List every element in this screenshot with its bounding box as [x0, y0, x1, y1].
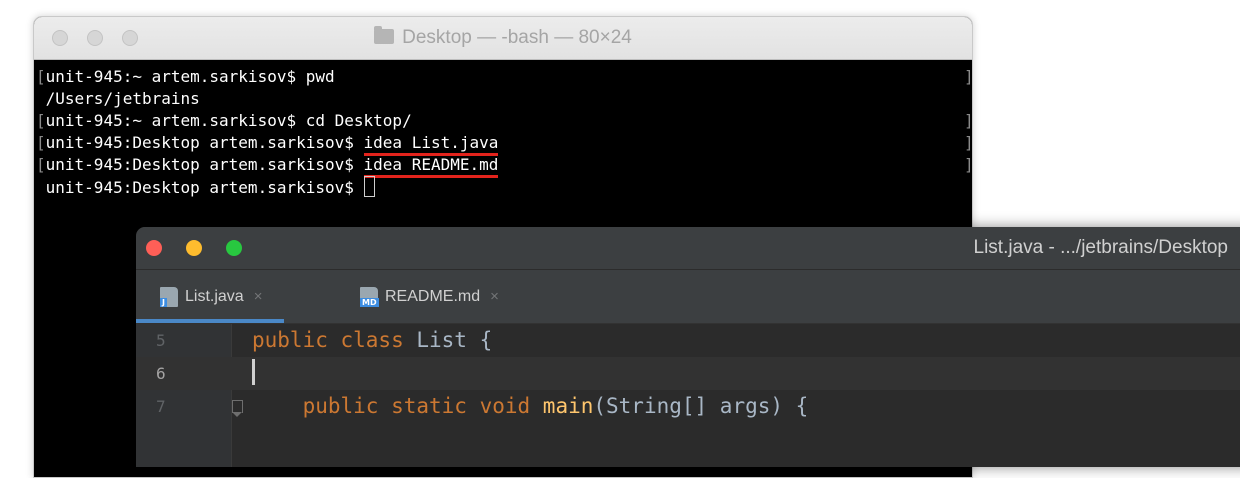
terminal-line: unit-945:Desktop artem.sarkisov$	[36, 176, 972, 198]
code-keyword: public static void	[302, 394, 543, 418]
markdown-file-badge: MD	[360, 297, 379, 307]
shell-prompt: unit-945:~ artem.sarkisov$	[45, 67, 306, 86]
tab-label: README.md	[385, 287, 481, 305]
line-bracket-right: ]	[964, 67, 973, 86]
shell-prompt: unit-945:Desktop artem.sarkisov$	[45, 155, 364, 174]
code-keyword: public class	[252, 328, 417, 352]
line-number: 5	[156, 331, 166, 350]
ide-minimize-button[interactable]	[186, 240, 202, 256]
code-line[interactable]: 7 public static void main(String[] args)…	[136, 390, 1240, 423]
code-plain: List {	[416, 328, 493, 352]
shell-output: /Users/jetbrains	[45, 89, 200, 108]
code-plain: (String[] args) {	[593, 394, 809, 418]
ide-titlebar[interactable]: List.java - .../jetbrains/Desktop	[136, 227, 1240, 270]
line-bracket-left: [	[36, 111, 46, 130]
terminal-title: Desktop — -bash — 80×24	[34, 26, 972, 49]
tab-readme-md[interactable]: MD README.md ×	[350, 270, 509, 323]
terminal-line: [unit-945:~ artem.sarkisov$ cd Desktop/]	[36, 110, 972, 132]
terminal-line: [unit-945:~ artem.sarkisov$ pwd]	[36, 66, 972, 88]
shell-command: pwd	[305, 67, 335, 86]
java-file-badge: J	[160, 297, 167, 307]
close-icon[interactable]: ×	[254, 288, 263, 305]
shell-command: cd Desktop/	[305, 111, 412, 130]
terminal-line: /Users/jetbrains	[36, 88, 972, 110]
line-number: 6	[156, 364, 166, 383]
line-bracket-right: ]	[964, 133, 973, 152]
text-caret	[252, 359, 255, 385]
shell-prompt: unit-945:Desktop artem.sarkisov$	[45, 178, 364, 197]
code-line[interactable]: 5 public class List {	[136, 324, 1240, 357]
line-bracket-left: [	[36, 133, 46, 152]
code-text: public class List {	[252, 324, 492, 357]
line-bracket-left: [	[36, 155, 46, 174]
line-bracket-right: ]	[964, 111, 973, 130]
terminal-title-text: Desktop — -bash — 80×24	[402, 27, 632, 48]
terminal-line: [unit-945:Desktop artem.sarkisov$ idea L…	[36, 132, 973, 156]
terminal-cursor	[363, 176, 375, 197]
tab-list-java[interactable]: J List.java ×	[136, 270, 285, 323]
terminal-output[interactable]: [unit-945:~ artem.sarkisov$ pwd] /Users/…	[34, 60, 972, 198]
ide-title: List.java - .../jetbrains/Desktop	[973, 237, 1229, 258]
terminal-titlebar[interactable]: Desktop — -bash — 80×24	[34, 17, 972, 60]
ide-zoom-button[interactable]	[226, 240, 242, 256]
code-editor[interactable]: 5 public class List { 6 7 public static …	[136, 324, 1240, 467]
code-text: public static void main(String[] args) {	[252, 390, 809, 423]
line-bracket-right: ]	[964, 155, 973, 174]
ide-window[interactable]: List.java - .../jetbrains/Desktop J List…	[136, 227, 1240, 467]
tab-label: List.java	[185, 287, 244, 305]
highlighted-command: idea List.java	[363, 133, 499, 156]
fold-icon[interactable]	[232, 400, 243, 417]
highlighted-command: idea README.md	[363, 155, 499, 178]
code-line-current[interactable]: 6	[136, 357, 1240, 390]
markdown-file-icon: MD	[360, 286, 379, 307]
shell-prompt: unit-945:Desktop artem.sarkisov$	[45, 133, 364, 152]
line-number: 7	[156, 397, 166, 416]
folder-icon	[374, 26, 395, 44]
shell-prompt: unit-945:~ artem.sarkisov$	[45, 111, 306, 130]
java-file-icon: J	[160, 286, 178, 307]
ide-close-button[interactable]	[146, 240, 162, 256]
line-bracket-left: [	[36, 67, 46, 86]
code-method-name: main	[542, 394, 594, 418]
editor-tab-bar: J List.java × MD README.md ×	[136, 270, 1240, 324]
terminal-line: [unit-945:Desktop artem.sarkisov$ idea R…	[36, 154, 973, 178]
close-icon[interactable]: ×	[490, 288, 499, 305]
code-text	[252, 357, 255, 390]
